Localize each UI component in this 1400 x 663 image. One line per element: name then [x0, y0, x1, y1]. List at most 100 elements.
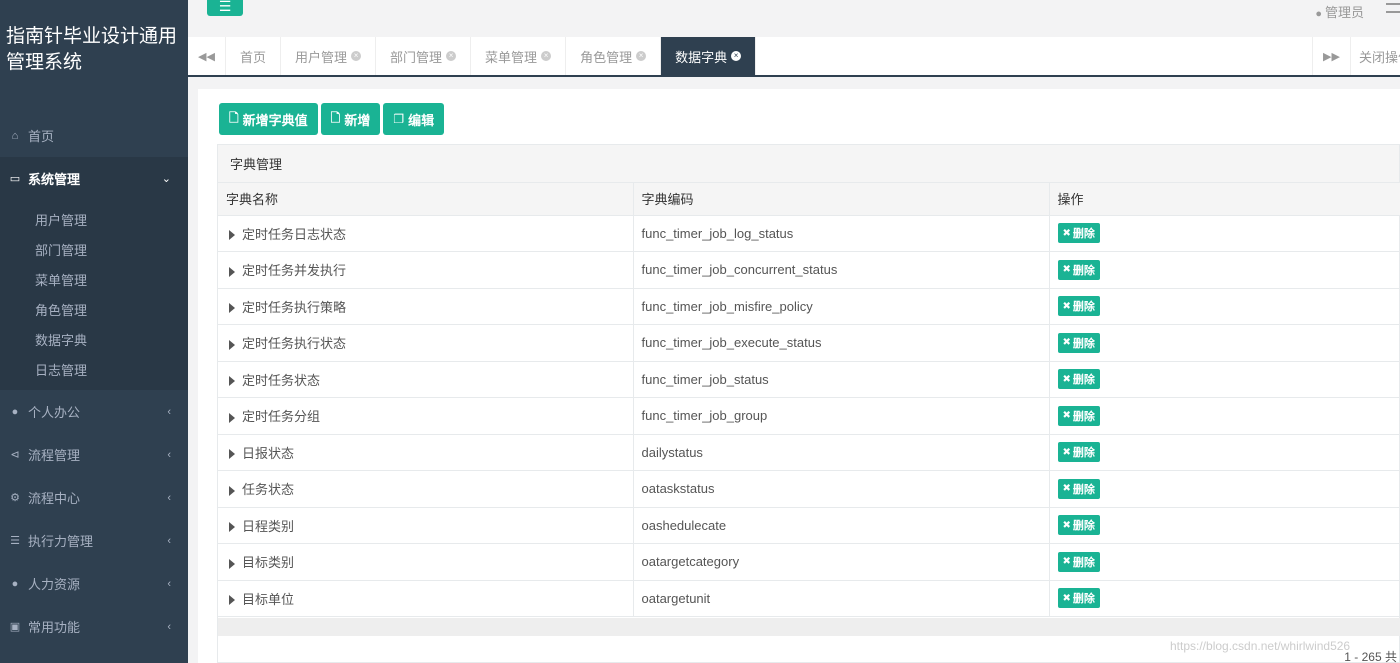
list-icon: ☰ — [10, 535, 20, 547]
sidebar-item-system[interactable]: ▭ 系统管理 ⌄ — [0, 157, 188, 200]
tabs-scroll-left-icon[interactable]: ◀◀ — [188, 37, 226, 75]
table-row[interactable]: 目标类别 oatargetcategory ✖ 删除 — [218, 543, 1400, 581]
table-row[interactable]: 任务状态 oataskstatus ✖ 删除 — [218, 470, 1400, 508]
cell-code: oataskstatus — [633, 470, 1050, 508]
table-row[interactable]: 定时任务执行策略 func_timer_job_misfire_policy ✖ 删除 — [218, 288, 1400, 325]
sidebar-item-workflow-center[interactable]: ⚙ 流程中心 ‹ — [0, 476, 188, 519]
delete-button[interactable]: ✖ 删除 — [1057, 515, 1100, 536]
sidebar-subitem-logs[interactable]: 日志管理 — [0, 354, 188, 384]
button-label: 删除 — [1072, 593, 1095, 606]
sidebar-subitem-roles[interactable]: 角色管理 — [0, 294, 188, 324]
sidebar-item-common[interactable]: ▣ 常用功能 ‹ — [0, 605, 188, 648]
delete-button[interactable]: ✖ 删除 — [1057, 332, 1100, 353]
close-icon[interactable]: × — [446, 51, 457, 61]
expand-icon[interactable] — [229, 595, 235, 606]
file-icon: 🗋 — [229, 110, 239, 125]
sidebar-subitem-menus[interactable]: 菜单管理 — [0, 264, 188, 294]
delete-button[interactable]: ✖ 删除 — [1057, 478, 1100, 499]
cell-name: 日程类别 — [218, 507, 634, 544]
sidebar-item-execution[interactable]: ☰ 执行力管理 ‹ — [0, 519, 188, 562]
expand-icon[interactable] — [229, 303, 235, 314]
column-header-code[interactable]: 字典编码 — [633, 183, 1050, 216]
button-label: 删除 — [1072, 556, 1095, 569]
sidebar-item-label: 流程管理 — [28, 448, 81, 463]
expand-icon[interactable] — [229, 449, 235, 460]
sidebar-item-home[interactable]: ⌂ 首页 — [0, 114, 188, 157]
cell-name: 目标单位 — [218, 580, 634, 617]
close-icon: ✖ — [1062, 446, 1071, 458]
horizontal-scrollbar[interactable] — [218, 618, 1400, 636]
dict-name: 日报状态 — [242, 445, 295, 461]
dict-name: 定时任务执行策略 — [242, 299, 347, 315]
expand-icon[interactable] — [229, 339, 235, 350]
dict-name: 日程类别 — [242, 518, 295, 534]
sidebar-item-hr[interactable]: ● 人力资源 ‹ — [0, 562, 188, 605]
button-label: 删除 — [1072, 337, 1095, 350]
cell-code: oashedulecate — [633, 507, 1050, 544]
table-row[interactable]: 定时任务状态 func_timer_job_status ✖ 删除 — [218, 361, 1400, 398]
delete-button[interactable]: ✖ 删除 — [1057, 405, 1100, 426]
add-dict-value-button[interactable]: 🗋 新增字典值 — [219, 103, 318, 135]
sidebar-item-workflow-management[interactable]: ⊲ 流程管理 ‹ — [0, 433, 188, 476]
close-icon: ✖ — [1062, 264, 1071, 276]
tab-departments[interactable]: 部门管理 × — [376, 37, 472, 75]
sidebar-subitem-users[interactable]: 用户管理 — [0, 204, 188, 234]
tab-menus[interactable]: 菜单管理 × — [471, 37, 567, 75]
tab-label: 首页 — [240, 49, 267, 65]
delete-button[interactable]: ✖ 删除 — [1057, 223, 1100, 244]
edit-button[interactable]: ❐ 编辑 — [383, 103, 445, 135]
tab-label: 菜单管理 — [485, 49, 538, 65]
close-icon[interactable]: × — [636, 51, 647, 61]
tab-dictionary[interactable]: 数据字典 × — [661, 37, 757, 75]
sidebar-item-personal-office[interactable]: ● 个人办公 ‹ — [0, 390, 188, 433]
delete-button[interactable]: ✖ 删除 — [1057, 588, 1100, 609]
delete-button[interactable]: ✖ 删除 — [1057, 551, 1100, 572]
expand-icon[interactable] — [229, 230, 235, 241]
delete-button[interactable]: ✖ 删除 — [1057, 442, 1100, 463]
cell-name: 定时任务并发执行 — [218, 251, 634, 289]
panel-title: 字典管理 — [218, 145, 1399, 183]
chevron-left-icon: ‹ — [167, 620, 171, 633]
user-name: 管理员 — [1324, 5, 1364, 20]
expand-icon[interactable] — [229, 412, 235, 423]
close-icon[interactable]: × — [351, 51, 362, 61]
cell-actions: ✖ 删除 — [1049, 434, 1400, 471]
expand-icon[interactable] — [229, 376, 235, 387]
home-icon: ⌂ — [11, 129, 19, 142]
delete-button[interactable]: ✖ 删除 — [1057, 259, 1100, 280]
cell-actions: ✖ 删除 — [1049, 543, 1400, 581]
sidebar: 指南针毕业设计通用管理系统 ⌂ 首页 ▭ 系统管理 ⌄ 用户管理 部门管理 菜单… — [0, 0, 188, 663]
expand-icon[interactable] — [229, 522, 235, 533]
delete-button[interactable]: ✖ 删除 — [1057, 369, 1100, 390]
expand-icon[interactable] — [229, 558, 235, 569]
sidebar-subitem-departments[interactable]: 部门管理 — [0, 234, 188, 264]
cell-name: 定时任务执行状态 — [218, 324, 634, 362]
sidebar-subitem-dictionary[interactable]: 数据字典 — [0, 324, 188, 354]
cell-name: 定时任务执行策略 — [218, 288, 634, 325]
expand-icon[interactable] — [229, 266, 235, 277]
column-header-name[interactable]: 字典名称 — [218, 183, 634, 216]
table-row[interactable]: 日程类别 oashedulecate ✖ 删除 — [218, 507, 1400, 544]
cell-code: func_timer_job_concurrent_status — [633, 251, 1050, 289]
close-icon[interactable]: × — [541, 51, 552, 61]
table-row[interactable]: 定时任务执行状态 func_timer_job_execute_status ✖ 删除 — [218, 324, 1400, 362]
tab-home[interactable]: 首页 — [226, 37, 282, 75]
table-row[interactable]: 定时任务并发执行 func_timer_job_concurrent_status… — [218, 251, 1400, 289]
user-menu[interactable]: ● 管理员 — [1315, 2, 1364, 21]
delete-button[interactable]: ✖ 删除 — [1057, 296, 1100, 317]
tab-roles[interactable]: 角色管理 × — [566, 37, 662, 75]
list-icon[interactable] — [1386, 3, 1400, 13]
close-operations-button[interactable]: 关闭操作 — [1350, 37, 1400, 75]
tab-users[interactable]: 用户管理 × — [281, 37, 377, 75]
add-button[interactable]: 🗋 新增 — [320, 103, 381, 135]
table-row[interactable]: 目标单位 oatargetunit ✖ 删除 — [218, 580, 1400, 617]
close-icon[interactable]: × — [731, 51, 742, 61]
table-row[interactable]: 定时任务分组 func_timer_job_group ✖ 删除 — [218, 397, 1400, 435]
button-label: 新增 — [344, 112, 371, 128]
table-row[interactable]: 定时任务日志状态 func_timer_job_log_status ✖ 删除 — [218, 215, 1400, 252]
table-row[interactable]: 日报状态 dailystatus ✖ 删除 — [218, 434, 1400, 471]
tabs-scroll-right-icon[interactable]: ▶▶ — [1312, 37, 1350, 75]
dict-name: 任务状态 — [242, 482, 295, 498]
hamburger-icon[interactable]: ☰ — [207, 0, 243, 16]
expand-icon[interactable] — [229, 485, 235, 496]
